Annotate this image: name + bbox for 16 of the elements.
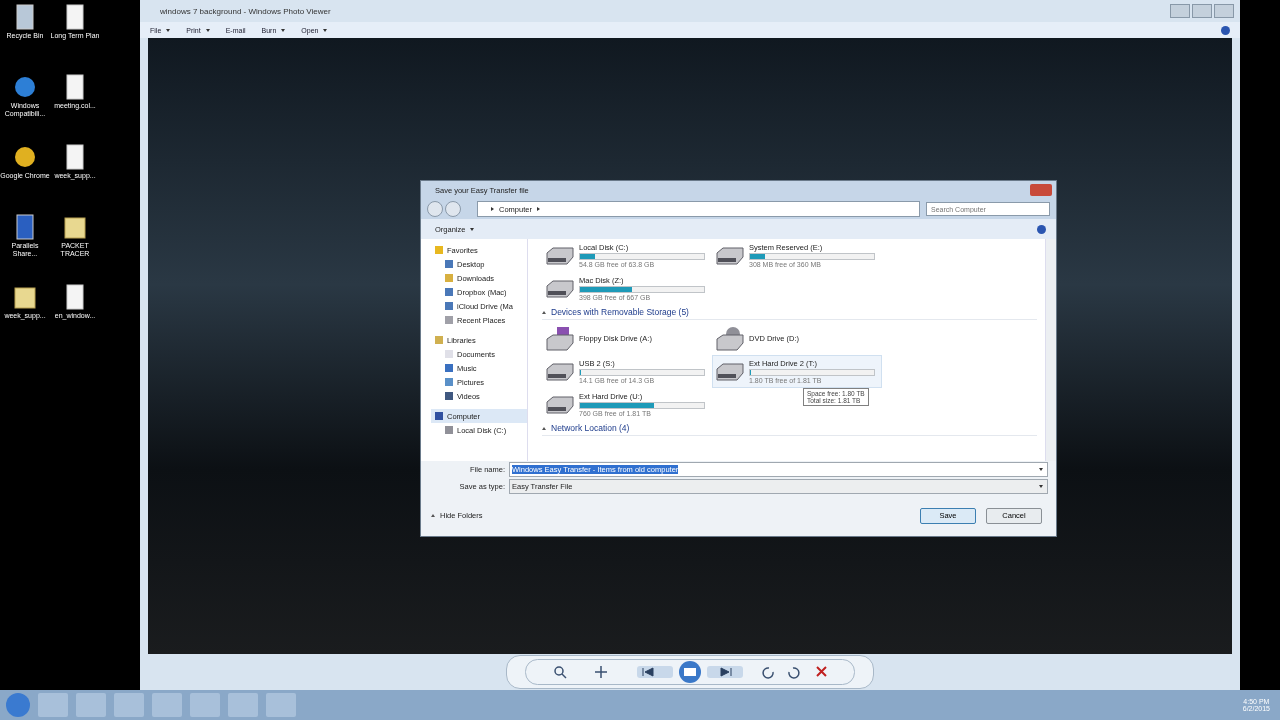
floppy-drive-icon[interactable] <box>545 326 575 351</box>
hard-drive-icon[interactable] <box>545 395 575 414</box>
scrollbar[interactable] <box>1045 239 1056 461</box>
dvd-drive-icon[interactable] <box>715 326 745 351</box>
hard-drive-icon[interactable] <box>715 362 745 381</box>
hard-drive-icon[interactable] <box>545 362 575 381</box>
hard-drive-icon[interactable] <box>545 279 575 298</box>
group-header[interactable]: Devices with Removable Storage (5) <box>542 305 1037 320</box>
start-button[interactable] <box>6 693 30 717</box>
help-icon[interactable] <box>1037 224 1046 234</box>
hard-drive-icon[interactable] <box>715 246 745 265</box>
help-icon[interactable] <box>1221 25 1230 35</box>
window-title: windows 7 background - Windows Photo Viewer <box>160 6 331 16</box>
group-header[interactable]: Network Location (4) <box>542 421 1037 436</box>
hard-drive-icon[interactable] <box>545 246 575 265</box>
playback-controls-drawing[interactable] <box>506 655 874 689</box>
